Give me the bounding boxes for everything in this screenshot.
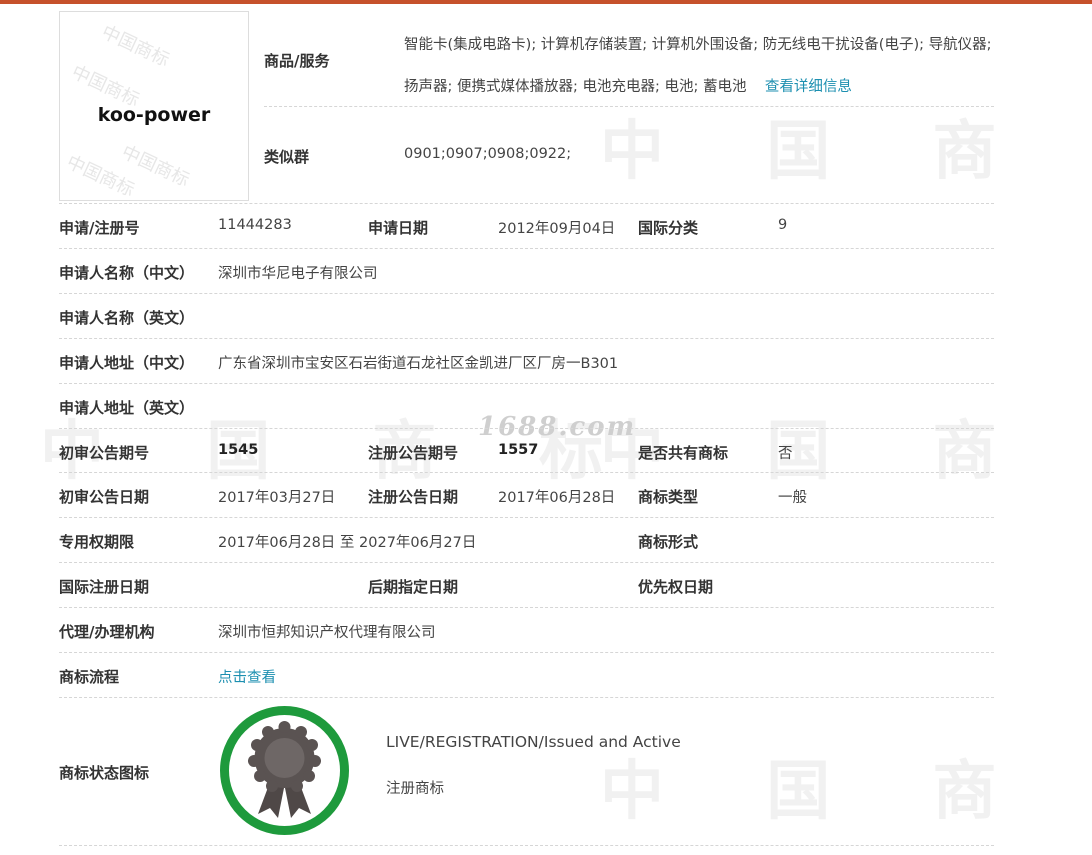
separator bbox=[59, 428, 994, 429]
goods-text: 智能卡(集成电路卡); 计算机存储装置; 计算机外围设备; 防无线电干扰设备(电… bbox=[404, 37, 992, 95]
background-watermark: 中 国 商 标 bbox=[600, 755, 1092, 829]
tm-form-label: 商标形式 bbox=[638, 533, 699, 551]
view-details-link[interactable]: 查看详细信息 bbox=[765, 79, 852, 95]
apply-date-label: 申请日期 bbox=[368, 219, 429, 237]
applicant-cn-label: 申请人名称（中文） bbox=[59, 264, 195, 282]
exclusive-value: 2017年06月28日 至 2027年06月27日 bbox=[218, 535, 477, 551]
separator bbox=[59, 562, 994, 563]
later-date-label: 后期指定日期 bbox=[368, 578, 459, 596]
separator bbox=[59, 845, 994, 846]
apply-date-value: 2012年09月04日 bbox=[498, 221, 616, 237]
tm-type-value: 一般 bbox=[778, 490, 807, 506]
process-view-link[interactable]: 点击查看 bbox=[218, 666, 276, 687]
separator bbox=[59, 472, 994, 473]
intl-class-label: 国际分类 bbox=[638, 219, 699, 237]
status-en-text: LIVE/REGISTRATION/Issued and Active bbox=[386, 733, 681, 751]
applicant-cn-value: 深圳市华尼电子有限公司 bbox=[218, 266, 378, 282]
site-watermark: 1688.com bbox=[478, 412, 637, 442]
reg-no-value: 11444283 bbox=[218, 217, 292, 233]
agent-label: 代理/办理机构 bbox=[59, 623, 155, 641]
top-accent-bar bbox=[0, 0, 1092, 4]
prelim-date-label: 初审公告日期 bbox=[59, 488, 150, 506]
status-label: 商标状态图标 bbox=[59, 764, 150, 782]
tm-type-label: 商标类型 bbox=[638, 488, 699, 506]
prelim-no-value: 1545 bbox=[218, 442, 259, 458]
intl-class-value: 9 bbox=[778, 217, 788, 233]
separator bbox=[59, 338, 994, 339]
similar-group-value: 0901;0907;0908;0922; bbox=[404, 146, 572, 162]
reg-pub-no-value: 1557 bbox=[498, 442, 539, 458]
separator bbox=[264, 106, 994, 107]
goods-text-block: 智能卡(集成电路卡); 计算机存储装置; 计算机外围设备; 防无线电干扰设备(电… bbox=[404, 24, 994, 108]
address-en-label: 申请人地址（英文） bbox=[59, 399, 195, 417]
address-cn-value: 广东省深圳市宝安区石岩街道石龙社区金凯进厂区厂房一B301 bbox=[218, 356, 619, 372]
status-cn-text: 注册商标 bbox=[386, 781, 444, 797]
separator bbox=[59, 652, 994, 653]
registered-seal-icon bbox=[218, 704, 351, 837]
shared-label: 是否共有商标 bbox=[638, 444, 729, 462]
intl-reg-date-label: 国际注册日期 bbox=[59, 578, 150, 596]
trademark-image: 中国商标 中国商标 中国商标 中国商标 koo-power bbox=[59, 11, 249, 201]
prelim-date-value: 2017年03月27日 bbox=[218, 490, 336, 506]
reg-pub-date-value: 2017年06月28日 bbox=[498, 490, 616, 506]
process-label: 商标流程 bbox=[59, 668, 120, 686]
exclusive-label: 专用权期限 bbox=[59, 533, 135, 551]
address-cn-label: 申请人地址（中文） bbox=[59, 354, 195, 372]
separator bbox=[59, 517, 994, 518]
similar-group-label: 类似群 bbox=[264, 148, 310, 166]
prelim-no-label: 初审公告期号 bbox=[59, 444, 150, 462]
priority-date-label: 优先权日期 bbox=[638, 578, 714, 596]
separator bbox=[59, 293, 994, 294]
agent-value: 深圳市恒邦知识产权代理有限公司 bbox=[218, 625, 436, 641]
reg-pub-date-label: 注册公告日期 bbox=[368, 488, 459, 506]
separator bbox=[59, 248, 994, 249]
separator bbox=[59, 203, 994, 204]
trademark-logo-text: koo-power bbox=[97, 104, 211, 126]
separator bbox=[59, 697, 994, 698]
applicant-en-label: 申请人名称（英文） bbox=[59, 309, 195, 327]
shared-value: 否 bbox=[778, 446, 793, 462]
separator bbox=[59, 607, 994, 608]
background-watermark: 中 国 商 标 bbox=[600, 115, 1092, 189]
separator bbox=[59, 383, 994, 384]
goods-label: 商品/服务 bbox=[264, 52, 330, 70]
reg-pub-no-label: 注册公告期号 bbox=[368, 444, 459, 462]
reg-no-label: 申请/注册号 bbox=[59, 219, 140, 237]
logo-watermark: 中国商标 bbox=[98, 21, 173, 72]
